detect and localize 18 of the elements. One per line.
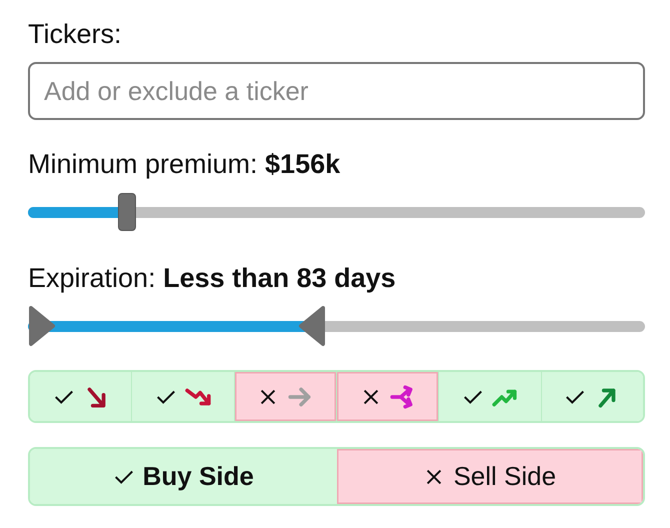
slider-handle[interactable] — [118, 192, 136, 230]
range-end-handle[interactable] — [298, 304, 326, 346]
expiration-label: Expiration: Less than 83 days — [28, 262, 397, 295]
ticker-input-field[interactable]: Add or exclude a ticker — [28, 62, 645, 120]
side-toggle[interactable]: Buy Side — [30, 449, 336, 504]
side-label: Sell Side — [453, 461, 556, 492]
side-label: Buy Side — [142, 461, 254, 492]
filter-toggle[interactable] — [336, 372, 440, 421]
premium-label: Minimum premium: $156k — [28, 148, 342, 181]
tickers-label: Tickers: — [28, 18, 122, 51]
filter-toggle[interactable] — [132, 372, 235, 421]
expiration-range-slider[interactable] — [28, 304, 645, 348]
filter-toggle[interactable] — [439, 372, 542, 421]
filter-toggle[interactable] — [542, 372, 643, 421]
side-toggle[interactable]: Sell Side — [336, 449, 643, 504]
range-start-handle[interactable] — [28, 304, 56, 346]
filter-toggle[interactable] — [234, 372, 337, 421]
filter-toggle[interactable] — [30, 372, 132, 421]
